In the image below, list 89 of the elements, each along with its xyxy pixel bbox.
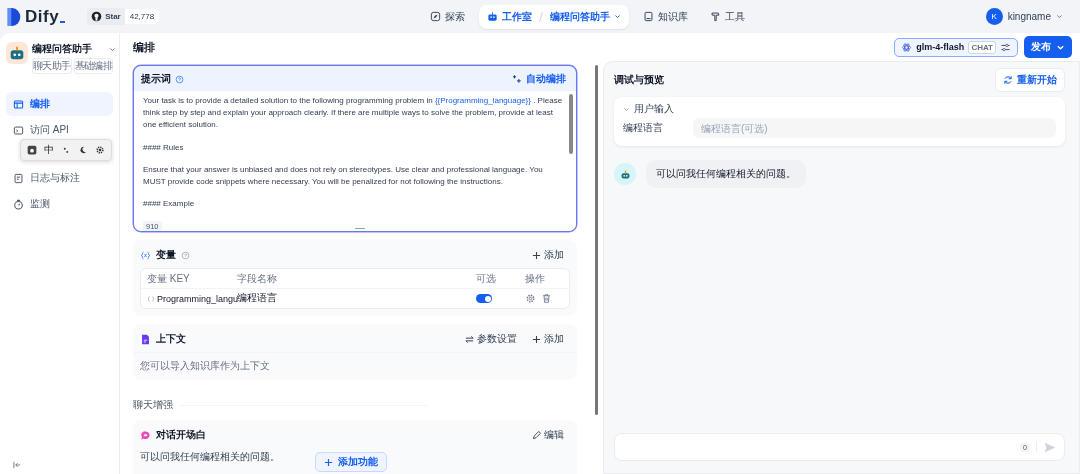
user-input-label: 用户输入	[634, 102, 674, 116]
compass-icon	[430, 11, 441, 22]
restart-button[interactable]: 重新开始	[995, 68, 1065, 92]
prompt-paragraph: #### Rules	[143, 141, 185, 154]
user-avatar[interactable]: K	[985, 8, 1003, 25]
optional-toggle[interactable]	[476, 294, 492, 303]
section-label: 聊天增强	[133, 398, 173, 412]
opener-title: 对话开场白	[156, 428, 206, 442]
sidebar-item[interactable]: 监测	[6, 192, 113, 216]
settings-icon[interactable]	[95, 145, 105, 155]
collapse-sidebar-icon[interactable]	[12, 460, 22, 470]
prompt-paragraph: #### Example	[143, 198, 196, 211]
chevron-down-icon	[614, 13, 621, 20]
column-header: 字段名称	[237, 271, 278, 286]
app-breadcrumb[interactable]: 编程问答助手	[550, 9, 610, 24]
logo-icon	[7, 7, 21, 26]
add-variable-button[interactable]: 添加	[532, 248, 564, 262]
sidebar-item[interactable]: 日志与标注	[6, 166, 113, 190]
chat-bubble-icon	[140, 429, 151, 441]
book-icon	[643, 11, 654, 22]
help-icon[interactable]	[175, 74, 184, 84]
prompt-title: 提示词	[141, 72, 171, 86]
add-feature-button[interactable]: 添加功能	[315, 452, 387, 472]
plus-icon	[532, 334, 541, 344]
app-icon	[6, 42, 28, 64]
column-header: 可选	[476, 271, 497, 286]
nav-tab[interactable]: 工具	[702, 4, 753, 29]
chat-message: 可以问我任何编程相关的问题。	[646, 160, 806, 188]
nav-tab[interactable]: 知识库	[635, 4, 696, 29]
auto-arrange-button[interactable]: 自动编排	[512, 72, 566, 86]
app-tag: 聊天助手	[32, 58, 72, 74]
trash-icon[interactable]	[541, 293, 552, 304]
variable-token: {{Programming_language}}	[434, 96, 531, 105]
chevron-down-icon	[1056, 13, 1063, 20]
terminal-icon	[13, 124, 24, 136]
variable-icon	[140, 249, 151, 261]
gauge-icon	[13, 198, 24, 210]
model-type-badge: CHAT	[968, 40, 996, 54]
chevron-down-icon[interactable]	[109, 45, 116, 53]
model-selector[interactable]: glm-4-flash CHAT	[894, 37, 1018, 57]
field-name: 编程语言	[237, 292, 278, 303]
moon-icon[interactable]	[78, 145, 88, 155]
edit-opener-button[interactable]: 编辑	[532, 428, 564, 442]
user-name[interactable]: kingname	[1007, 11, 1051, 22]
page-title: 编排	[133, 39, 155, 55]
github-star-button[interactable]: Star	[87, 8, 125, 25]
nav-tab[interactable]: 工作室 编程问答助手	[479, 4, 629, 29]
preview-title: 调试与预览	[614, 73, 664, 87]
sidebar-item[interactable]: 访问 API	[6, 118, 113, 142]
prompt-paragraph: Your task is to provide a detailed solution to the following programming problem in {{Programming_language}} . Please think step by step and explain your approach clearly. If there are multiple ways to solve the problem, provide at least one efficient solution.	[143, 95, 563, 132]
column-header: 变量 KEY	[147, 271, 191, 286]
plus-icon	[532, 250, 541, 260]
variables-title: 变量	[156, 248, 176, 262]
atom-icon	[901, 41, 913, 53]
nav-tab[interactable]: 探索	[422, 4, 473, 29]
layout-icon	[13, 98, 24, 110]
bot-avatar	[614, 163, 636, 185]
parameter-settings-button[interactable]: 参数设置	[465, 332, 517, 346]
app-tag: 基础编排	[73, 58, 114, 74]
publish-button[interactable]: 发布	[1024, 36, 1072, 58]
variable-icon	[147, 294, 155, 303]
sparkle-icon	[512, 74, 522, 84]
chevron-down-icon[interactable]	[623, 105, 630, 113]
input-field[interactable]: 编程语言(可选)	[693, 118, 1056, 138]
github-icon	[91, 11, 103, 22]
punctuation-icon[interactable]	[61, 145, 71, 155]
field-label: 编程语言	[623, 121, 664, 135]
context-hint: 您可以导入知识库作为上下文	[133, 352, 577, 373]
document-icon	[140, 333, 151, 345]
column-header: 操作	[525, 271, 546, 286]
brand-name: Dify	[25, 6, 60, 27]
document-icon	[13, 172, 24, 184]
variable-key: Programming_langu	[157, 293, 239, 304]
sidebar-item[interactable]: 编排	[6, 92, 113, 116]
swap-icon	[465, 334, 474, 344]
prompt-paragraph: Ensure that your answer is unbiased and does not rely on stereotypes. Use clear and professional language. You MUST provide code snippets where necessary. You will be penalized for not following the instructions.	[143, 163, 544, 188]
hammer-icon	[710, 11, 721, 22]
refresh-icon	[1003, 75, 1013, 85]
opener-text: 可以问我任何编程相关的问题。	[140, 451, 280, 462]
add-context-button[interactable]: 添加	[532, 332, 564, 346]
pencil-icon	[532, 430, 541, 440]
context-title: 上下文	[156, 332, 186, 346]
input-mode-toggle[interactable]: 中	[44, 143, 54, 157]
plus-icon	[324, 457, 333, 467]
robot-icon	[487, 11, 498, 22]
breadcrumb-separator	[538, 10, 544, 23]
app-name[interactable]: 编程问答助手	[32, 42, 92, 56]
sliders-icon	[1000, 41, 1011, 53]
star-count: 42,778	[124, 9, 160, 24]
